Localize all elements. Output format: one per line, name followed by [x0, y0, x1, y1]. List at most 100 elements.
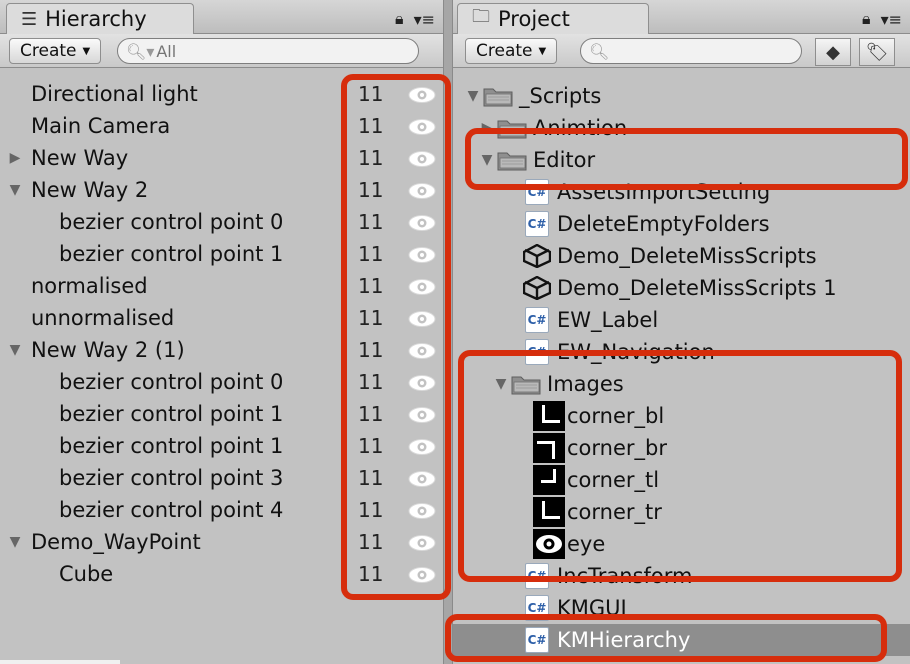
project-row-label: EW_Navigation — [557, 340, 715, 364]
hierarchy-row[interactable]: Directional light 11 — [0, 78, 443, 110]
visibility-eye-icon[interactable] — [407, 533, 437, 551]
project-panel: 🗀 Project 🔒︎ ▾≡ Create ▼ 🔍︎ ◆ 🏷︎ ▼ _Scrip… — [453, 0, 910, 664]
filter-by-type-button[interactable]: ◆ — [815, 38, 851, 66]
visibility-eye-icon[interactable] — [407, 277, 437, 295]
lock-icon[interactable]: 🔒︎ — [862, 9, 871, 29]
project-row[interactable]: C# KMGUI — [453, 592, 910, 624]
panel-menu-icon[interactable]: ▾≡ — [881, 10, 902, 29]
project-row[interactable]: corner_tl — [453, 464, 910, 496]
visibility-eye-icon[interactable] — [407, 117, 437, 135]
hierarchy-row-label: unnormalised — [31, 306, 175, 330]
visibility-eye-icon[interactable] — [407, 181, 437, 199]
collapsed-arrow-icon[interactable]: ▶ — [477, 120, 497, 136]
panel-divider[interactable] — [443, 0, 453, 664]
expanded-arrow-icon[interactable]: ▼ — [5, 534, 25, 550]
project-row[interactable]: ▼ _Scripts — [453, 80, 910, 112]
hierarchy-row[interactable]: bezier control point 1 11 — [0, 238, 443, 270]
project-row[interactable]: Demo_DeleteMissScripts 1 — [453, 272, 910, 304]
project-search-field[interactable]: 🔍︎ — [580, 38, 802, 64]
layer-count: 11 — [358, 338, 384, 362]
collapsed-arrow-icon[interactable]: ▶ — [5, 150, 25, 166]
unity-scene-icon — [523, 276, 551, 300]
visibility-eye-icon[interactable] — [407, 469, 437, 487]
tab-project[interactable]: 🗀 Project — [457, 3, 649, 34]
project-row-label: _Scripts — [519, 84, 602, 108]
project-row-label: AssetsImportSetting — [557, 180, 771, 204]
search-filter-icon[interactable]: 🔍︎▾ — [126, 42, 154, 61]
project-row-label: corner_tr — [567, 500, 662, 524]
project-row[interactable]: corner_bl — [453, 400, 910, 432]
hierarchy-row-label: Cube — [59, 562, 114, 586]
project-row[interactable]: C# EW_Label — [453, 304, 910, 336]
hierarchy-tabbar: ☰ Hierarchy 🔒︎ ▾≡ — [0, 0, 443, 34]
project-row-label: KMHierarchy — [557, 628, 691, 652]
lock-icon[interactable]: 🔒︎ — [395, 9, 404, 29]
expanded-arrow-icon[interactable]: ▼ — [5, 182, 25, 198]
visibility-eye-icon[interactable] — [407, 149, 437, 167]
visibility-eye-icon[interactable] — [407, 405, 437, 423]
texture-icon — [533, 433, 565, 463]
project-row-selected[interactable]: C# KMHierarchy — [453, 624, 910, 656]
project-row-label: EW_Label — [557, 308, 659, 332]
hierarchy-row[interactable]: bezier control point 1 11 — [0, 430, 443, 462]
project-toolbar: Create ▼ 🔍︎ ◆ 🏷︎ — [453, 34, 910, 68]
visibility-eye-icon[interactable] — [407, 373, 437, 391]
project-row[interactable]: ▶ Animtion — [453, 112, 910, 144]
hierarchy-row[interactable]: Cube 11 — [0, 558, 443, 590]
project-search-input[interactable] — [611, 41, 782, 61]
hierarchy-row[interactable]: ▼ Demo_WayPoint 11 — [0, 526, 443, 558]
hierarchy-row[interactable]: unnormalised 11 — [0, 302, 443, 334]
panel-menu-icon[interactable]: ▾≡ — [414, 10, 435, 29]
visibility-eye-icon[interactable] — [407, 341, 437, 359]
hierarchy-row[interactable]: ▼ New Way 2 (1) 11 — [0, 334, 443, 366]
expanded-arrow-icon[interactable]: ▼ — [5, 342, 25, 358]
hierarchy-create-button[interactable]: Create ▼ — [9, 38, 102, 64]
hierarchy-row[interactable]: bezier control point 4 11 — [0, 494, 443, 526]
shapes-icon: ◆ — [826, 41, 840, 63]
hierarchy-row[interactable]: ▼ New Way 2 11 — [0, 174, 443, 206]
hierarchy-row[interactable]: bezier control point 0 11 — [0, 366, 443, 398]
expanded-arrow-icon[interactable]: ▼ — [463, 88, 483, 104]
csharp-script-icon: C# — [525, 339, 549, 365]
project-row-label: Animtion — [533, 116, 628, 140]
create-label: Create — [20, 41, 77, 61]
project-row[interactable]: C# AssetsImportSetting — [453, 176, 910, 208]
expanded-arrow-icon[interactable]: ▼ — [491, 376, 511, 392]
hierarchy-row[interactable]: ▶ New Way 11 — [0, 142, 443, 174]
hierarchy-search-field[interactable]: 🔍︎▾ — [117, 38, 419, 64]
project-row[interactable]: eye — [453, 528, 910, 560]
visibility-eye-icon[interactable] — [407, 245, 437, 263]
project-row[interactable]: ▼ Editor — [453, 144, 910, 176]
filter-by-label-button[interactable]: 🏷︎ — [859, 38, 895, 66]
project-tabbar: 🗀 Project 🔒︎ ▾≡ — [453, 0, 910, 34]
project-row[interactable]: corner_tr — [453, 496, 910, 528]
hierarchy-list-icon: ☰ — [21, 8, 38, 30]
expanded-arrow-icon[interactable]: ▼ — [477, 152, 497, 168]
visibility-eye-icon[interactable] — [407, 501, 437, 519]
project-row-label: Demo_DeleteMissScripts — [557, 244, 817, 268]
search-icon: 🔍︎ — [589, 41, 610, 61]
project-row[interactable]: C# DeleteEmptyFolders — [453, 208, 910, 240]
visibility-eye-icon[interactable] — [407, 85, 437, 103]
scrollbar-track[interactable] — [0, 660, 120, 664]
hierarchy-row[interactable]: bezier control point 0 11 — [0, 206, 443, 238]
project-row[interactable]: Demo_DeleteMissScripts — [453, 240, 910, 272]
hierarchy-row[interactable]: Main Camera 11 — [0, 110, 443, 142]
hierarchy-row[interactable]: bezier control point 1 11 — [0, 398, 443, 430]
hierarchy-search-input[interactable] — [156, 41, 377, 61]
hierarchy-row[interactable]: bezier control point 3 11 — [0, 462, 443, 494]
project-row[interactable]: corner_br — [453, 432, 910, 464]
project-row[interactable]: C# EW_Navigation — [453, 336, 910, 368]
visibility-eye-icon[interactable] — [407, 437, 437, 455]
csharp-script-icon: C# — [525, 563, 549, 589]
project-row[interactable]: ▼ Images — [453, 368, 910, 400]
csharp-script-icon: C# — [525, 627, 549, 653]
project-row-label: Demo_DeleteMissScripts 1 — [557, 276, 837, 300]
visibility-eye-icon[interactable] — [407, 213, 437, 231]
hierarchy-row[interactable]: normalised 11 — [0, 270, 443, 302]
visibility-eye-icon[interactable] — [407, 565, 437, 583]
tab-hierarchy[interactable]: ☰ Hierarchy — [6, 3, 194, 34]
visibility-eye-icon[interactable] — [407, 309, 437, 327]
project-row[interactable]: C# IncTransform — [453, 560, 910, 592]
project-create-button[interactable]: Create ▼ — [465, 38, 558, 64]
